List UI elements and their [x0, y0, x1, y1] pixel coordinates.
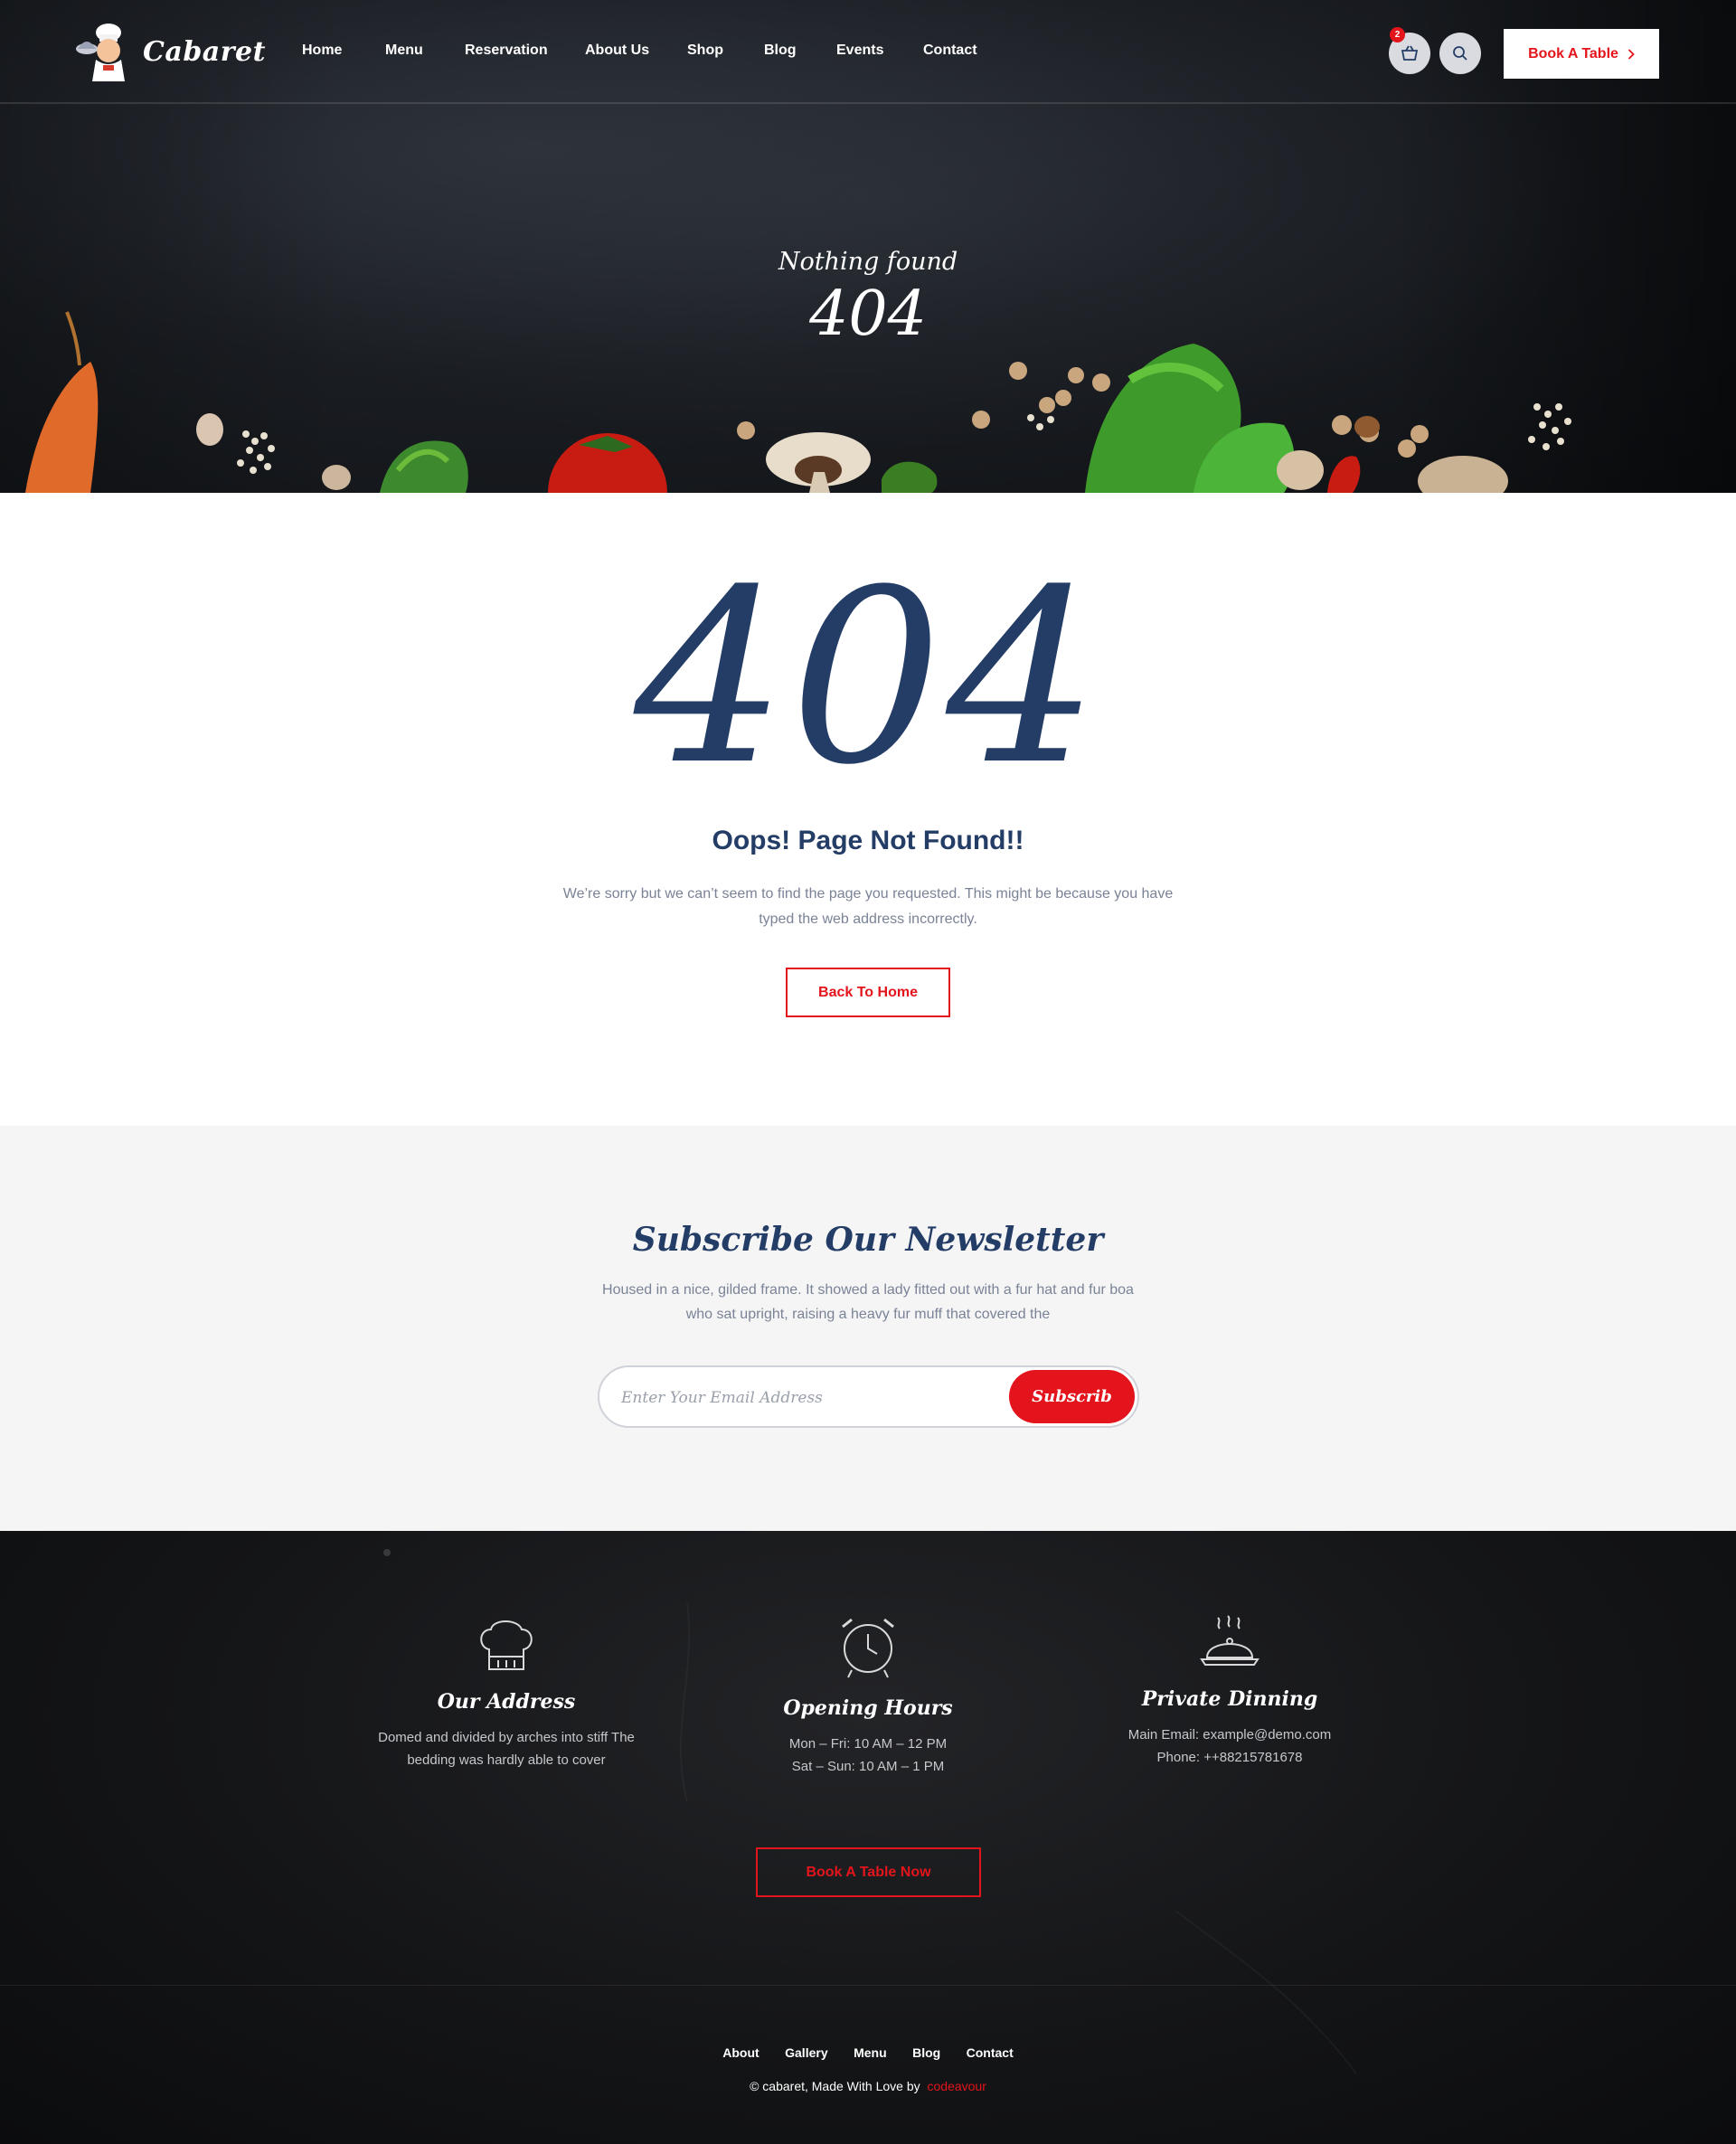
food-cloche-icon	[1200, 1615, 1260, 1666]
search-icon	[1453, 46, 1467, 61]
email-input[interactable]	[621, 1386, 983, 1410]
nav-blog[interactable]: Blog	[764, 43, 797, 59]
footer-hours: Opening Hours Mon – Fri: 10 AM – 12 PM S…	[732, 1614, 1004, 1778]
nav-home[interactable]: Home	[302, 43, 342, 59]
alarm-clock-icon	[842, 1618, 894, 1678]
footer-link-menu[interactable]: Menu	[854, 2045, 887, 2060]
logo[interactable]: Cabaret	[76, 22, 266, 81]
newsletter-section: Subscribe Our Newsletter Housed in a nic…	[0, 1126, 1736, 1531]
footer-dining-title: Private Dinning	[1141, 1687, 1318, 1711]
footer-dining-text: Main Email: example@demo.com Phone: ++88…	[1094, 1724, 1365, 1769]
nav-shop[interactable]: Shop	[687, 43, 723, 59]
chef-logo-icon	[76, 24, 125, 81]
footer-link-contact[interactable]: Contact	[967, 2045, 1014, 2060]
nav-about-us[interactable]: About Us	[585, 43, 649, 59]
footer-hours-text: Mon – Fri: 10 AM – 12 PM Sat – Sun: 10 A…	[732, 1733, 1004, 1778]
footer-address-title: Our Address	[437, 1690, 576, 1714]
credit-link[interactable]: codeavour	[928, 2079, 986, 2093]
nav-menu[interactable]: Menu	[385, 43, 423, 59]
footer-hours-line: Mon – Fri: 10 AM – 12 PM	[788, 1736, 948, 1752]
footer-links: About Gallery Menu Blog Contact	[0, 2045, 1736, 2062]
footer-hours-line: Sat – Sun: 10 AM – 1 PM	[791, 1759, 945, 1774]
subscribe-button[interactable]: Subscrib	[1009, 1370, 1135, 1423]
hero-subtitle: Nothing found	[778, 248, 958, 276]
brand-name: Cabaret	[143, 35, 266, 68]
footer-address: Our Address Domed and divided by arches …	[369, 1617, 644, 1771]
footer-link-gallery[interactable]: Gallery	[785, 2045, 827, 2060]
book-table-label: Book A Table	[1528, 45, 1618, 61]
newsletter-description: Housed in a nice, gilded frame. It showe…	[602, 1282, 1134, 1322]
footer-hours-title: Opening Hours	[783, 1696, 953, 1720]
basket-icon	[1401, 45, 1419, 61]
nav-events[interactable]: Events	[836, 43, 883, 59]
footer-divider	[0, 1985, 1736, 1986]
chef-hat-icon	[480, 1620, 533, 1670]
error-message: We’re sorry but we can’t seem to find th…	[562, 886, 1174, 927]
footer-link-blog[interactable]: Blog	[912, 2045, 940, 2060]
site-header: Cabaret Home Menu Reservation About Us S…	[0, 0, 1736, 104]
nav-reservation[interactable]: Reservation	[465, 43, 548, 59]
cart-count-badge: 2	[1390, 27, 1405, 43]
book-table-button[interactable]: Book A Table	[1504, 29, 1659, 79]
copyright: © cabaret, Made With Love by codeavour	[0, 2079, 1736, 2093]
back-to-home-button[interactable]: Back To Home	[786, 968, 950, 1017]
newsletter-form: Subscrib	[598, 1365, 1139, 1428]
site-footer: Our Address Domed and divided by arches …	[0, 1531, 1736, 2144]
footer-address-line: bedding was hardly able to cover	[407, 1752, 606, 1768]
footer-private-dining: Private Dinning Main Email: example@demo…	[1094, 1614, 1365, 1769]
footer-address-text: Domed and divided by arches into stiff T…	[369, 1726, 644, 1771]
nav-contact[interactable]: Contact	[923, 43, 977, 59]
footer-dining-line: Phone: ++88215781678	[1156, 1750, 1303, 1765]
footer-link-about[interactable]: About	[722, 2045, 759, 2060]
footer-dining-line: Main Email: example@demo.com	[1127, 1727, 1332, 1743]
hero-title: 404	[809, 279, 927, 350]
newsletter-title: Subscribe Our Newsletter	[632, 1221, 1104, 1259]
error-title: Oops! Page Not Found!!	[712, 826, 1024, 855]
search-button[interactable]	[1439, 33, 1481, 74]
hero-banner: Cabaret Home Menu Reservation About Us S…	[0, 0, 1736, 493]
book-table-now-button[interactable]: Book A Table Now	[756, 1847, 981, 1897]
error-code: 404	[634, 539, 1102, 817]
chevron-right-icon	[1628, 48, 1635, 60]
footer-address-line: Domed and divided by arches into stiff T…	[378, 1730, 635, 1745]
copyright-text: © cabaret, Made With Love by	[750, 2079, 920, 2093]
